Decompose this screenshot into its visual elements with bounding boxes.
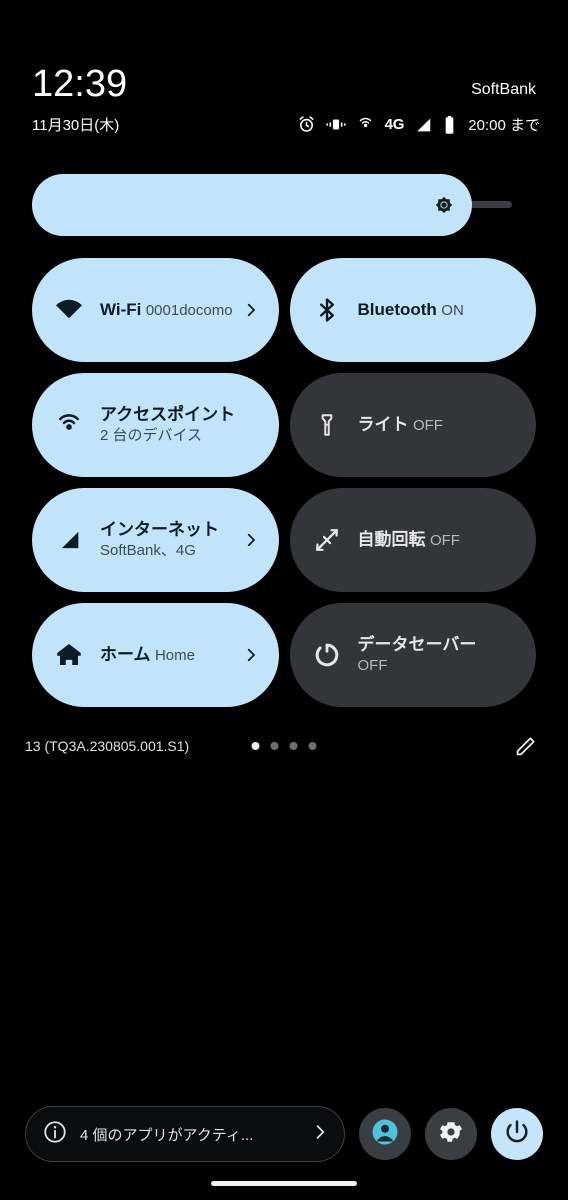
battery-icon bbox=[443, 115, 456, 135]
tile-bluetooth[interactable]: Bluetooth ON bbox=[289, 258, 536, 362]
page-dot-1[interactable] bbox=[251, 742, 260, 750]
active-apps-label: 4 個のアプリがアクティ... bbox=[80, 1126, 254, 1144]
brightness-fill[interactable] bbox=[32, 174, 472, 236]
pencil-icon[interactable] bbox=[514, 734, 538, 758]
power-icon bbox=[503, 1118, 531, 1151]
home-icon bbox=[52, 638, 86, 672]
tile-hotspot[interactable]: アクセスポイント 2 台のデバイス bbox=[32, 373, 279, 477]
page-dot-3[interactable] bbox=[289, 742, 298, 750]
status-row-primary: 12:39 SoftBank bbox=[0, 0, 568, 104]
data-saver-icon bbox=[310, 638, 344, 672]
alarm-icon bbox=[297, 115, 316, 134]
network-type-label: 4G bbox=[384, 116, 405, 133]
chevron-right-icon[interactable] bbox=[241, 531, 261, 549]
vibrate-icon bbox=[326, 115, 346, 134]
tile-internet[interactable]: インターネット SoftBank、4G bbox=[32, 488, 279, 592]
tile-title: データセーバー bbox=[357, 635, 477, 654]
tile-title: Wi-Fi bbox=[100, 300, 142, 319]
tile-title: ホーム bbox=[100, 645, 151, 664]
tile-title: インターネット bbox=[100, 520, 219, 539]
tile-title: アクセスポイント bbox=[100, 405, 236, 424]
wifi-icon bbox=[52, 293, 86, 327]
tile-auto-rotate[interactable]: 自動回転 OFF bbox=[289, 488, 536, 592]
tile-subtitle: OFF bbox=[357, 657, 388, 674]
tile-title: Bluetooth bbox=[357, 300, 437, 319]
tile-home[interactable]: ホーム Home bbox=[32, 603, 279, 707]
tile-wifi[interactable]: Wi-Fi 0001docomo bbox=[32, 258, 279, 362]
tile-data-saver[interactable]: データセーバー OFF bbox=[289, 603, 536, 707]
tile-subtitle: Home bbox=[154, 647, 195, 664]
chevron-right-icon[interactable] bbox=[241, 646, 261, 664]
info-icon bbox=[42, 1119, 68, 1150]
chevron-right-icon[interactable] bbox=[310, 1122, 330, 1147]
battery-estimate-label: 20:00 まで bbox=[468, 117, 540, 134]
page-dot-2[interactable] bbox=[270, 742, 279, 750]
tile-subtitle: 2 台のデバイス bbox=[100, 427, 203, 444]
tile-title: 自動回転 bbox=[357, 530, 426, 549]
signal-icon bbox=[414, 116, 433, 134]
tile-flashlight[interactable]: ライト OFF bbox=[289, 373, 536, 477]
tile-title: ライト bbox=[357, 415, 409, 434]
brightness-sun-icon bbox=[430, 191, 458, 219]
clock[interactable]: 12:39 bbox=[32, 64, 127, 104]
auto-rotate-icon bbox=[310, 523, 344, 557]
tile-subtitle: ON bbox=[441, 302, 464, 319]
gesture-navigation-bar[interactable] bbox=[211, 1181, 357, 1186]
page-indicator[interactable] bbox=[251, 742, 317, 750]
hotspot-icon bbox=[52, 408, 86, 442]
chevron-right-icon[interactable] bbox=[241, 301, 261, 319]
quick-settings-tile-grid: Wi-Fi 0001docomo Bluetooth ON アクセスポイント 2… bbox=[32, 258, 536, 707]
power-button[interactable] bbox=[491, 1108, 543, 1160]
brightness-slider[interactable] bbox=[32, 174, 536, 236]
bluetooth-icon bbox=[310, 293, 344, 327]
tile-subtitle: SoftBank、4G bbox=[100, 542, 196, 559]
tile-subtitle: OFF bbox=[412, 417, 443, 434]
tile-subtitle: OFF bbox=[429, 532, 460, 549]
hotspot-icon bbox=[356, 115, 375, 134]
panel-footer: 13 (TQ3A.230805.001.S1) bbox=[0, 727, 568, 765]
bottom-action-bar: 4 個のアプリがアクティ... bbox=[0, 1104, 568, 1164]
status-header: 12:39 SoftBank 11月30日(木) 4G 20:00 まで bbox=[0, 0, 568, 135]
active-apps-button[interactable]: 4 個のアプリがアクティ... bbox=[25, 1106, 345, 1162]
status-icon-tray: 4G 20:00 まで bbox=[297, 114, 540, 135]
carrier-label: SoftBank bbox=[471, 81, 536, 98]
page-dot-4[interactable] bbox=[308, 742, 317, 750]
gear-icon bbox=[437, 1118, 465, 1151]
status-row-secondary: 11月30日(木) 4G 20:00 まで bbox=[0, 104, 568, 135]
signal-icon bbox=[52, 523, 86, 557]
user-avatar-icon bbox=[370, 1117, 400, 1152]
quick-settings-screen: 12:39 SoftBank 11月30日(木) 4G 20:00 まで Wi-… bbox=[0, 0, 568, 1200]
flashlight-icon bbox=[310, 408, 344, 442]
settings-button[interactable] bbox=[425, 1108, 477, 1160]
date-label: 11月30日(木) bbox=[32, 117, 120, 134]
build-version-label: 13 (TQ3A.230805.001.S1) bbox=[25, 738, 190, 754]
user-switcher-button[interactable] bbox=[359, 1108, 411, 1160]
tile-subtitle: 0001docomo bbox=[145, 302, 233, 319]
